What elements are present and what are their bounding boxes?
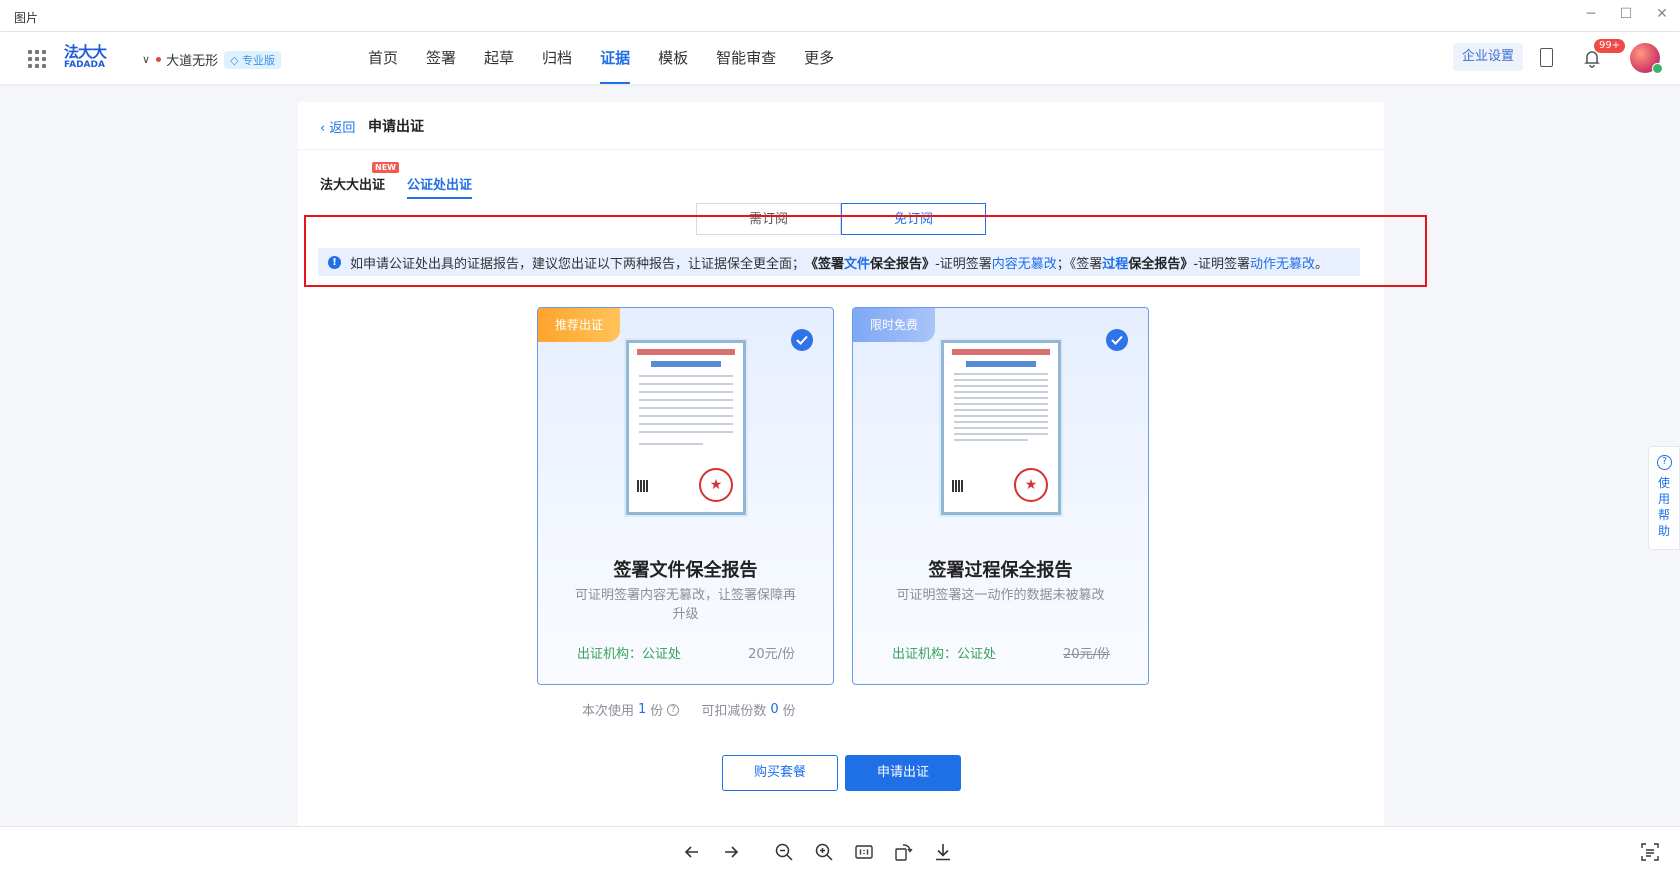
new-badge: NEW xyxy=(372,162,399,173)
check-icon[interactable] xyxy=(791,329,813,351)
card-description: 可证明签署内容无篡改，让签署保障再升级 xyxy=(574,588,796,622)
actual-size-icon[interactable] xyxy=(854,842,874,862)
edition-badge: ◇ 专业版 xyxy=(224,50,282,69)
window-titlebar: 图片 ─ ☐ ✕ xyxy=(0,0,1680,32)
minimize-icon[interactable]: ─ xyxy=(1577,3,1605,25)
usage-count: 1 xyxy=(638,702,647,717)
panel-header: ‹ 返回 申请出证 xyxy=(298,102,1384,150)
card-price-strikethrough: 20元/份 xyxy=(1063,647,1110,662)
close-icon[interactable]: ✕ xyxy=(1648,3,1676,25)
window-title: 图片 xyxy=(14,11,39,25)
rotate-icon[interactable] xyxy=(893,842,913,862)
report-card-process[interactable]: 限时免费 ★ 签署过程保全报告 可证明签署这一动作的数据未被篡改 出证机构：公证… xyxy=(852,307,1149,685)
highlight-annotation-box xyxy=(304,215,1427,287)
fadada-logo[interactable]: 法大大 FADADA xyxy=(64,44,112,74)
certificate-thumbnail: ★ xyxy=(626,340,746,515)
main-panel: ‹ 返回 申请出证 法大大出证 NEW 公证处出证 需订阅 免订阅 ! 如申请公… xyxy=(298,102,1384,826)
nav-more[interactable]: 更多 xyxy=(790,32,848,84)
nav-template[interactable]: 模板 xyxy=(644,32,702,84)
help-sidebar-button[interactable]: ? 使用帮助 xyxy=(1648,446,1680,550)
card-ribbon: 限时免费 xyxy=(853,308,935,342)
org-name: 大道无形 xyxy=(166,54,219,69)
issuer-tabs: 法大大出证 NEW 公证处出证 xyxy=(320,162,494,199)
seal-icon: ★ xyxy=(699,468,733,502)
notification-badge: 99+ xyxy=(1594,39,1626,53)
mobile-icon[interactable] xyxy=(1540,48,1553,67)
back-link[interactable]: ‹ 返回 xyxy=(320,117,355,136)
buy-package-button[interactable]: 购买套餐 xyxy=(722,755,838,791)
chevron-down-icon: ∨ xyxy=(142,53,151,66)
help-question-icon[interactable]: ? xyxy=(667,703,680,716)
seal-icon: ★ xyxy=(1014,468,1048,502)
certificate-thumbnail: ★ xyxy=(941,340,1061,515)
apply-evidence-button[interactable]: 申请出证 xyxy=(845,755,961,791)
text-recognition-icon[interactable] xyxy=(1640,842,1660,862)
nav-archive[interactable]: 归档 xyxy=(528,32,586,84)
image-viewer-toolbar xyxy=(0,826,1680,874)
nav-sign[interactable]: 签署 xyxy=(412,32,470,84)
maximize-icon[interactable]: ☐ xyxy=(1612,3,1640,25)
tab-notary-evidence[interactable]: 公证处出证 xyxy=(407,174,473,199)
card-ribbon: 推荐出证 xyxy=(538,308,620,342)
nav-draft[interactable]: 起草 xyxy=(470,32,528,84)
main-nav: 首页 签署 起草 归档 证据 模板 智能审查 更多 xyxy=(354,32,848,84)
card-issuer: 出证机构：公证处 xyxy=(577,647,682,662)
zoom-out-icon[interactable] xyxy=(774,842,794,862)
zoom-in-icon[interactable] xyxy=(814,842,834,862)
report-card-document[interactable]: 推荐出证 ★ 签署文件保全报告 可证明签署内容无篡改，让签署保障再升级 出证机构… xyxy=(537,307,834,685)
org-status-dot xyxy=(156,57,162,62)
card-title: 签署过程保全报告 xyxy=(928,560,1073,581)
nav-home[interactable]: 首页 xyxy=(354,32,412,84)
usage-summary: 本次使用 1 份 ? 可扣减份数 0 份 xyxy=(582,702,796,719)
check-icon[interactable] xyxy=(1106,329,1128,351)
verified-icon xyxy=(1652,63,1663,74)
tab-fadada-evidence[interactable]: 法大大出证 NEW xyxy=(320,162,399,199)
question-icon: ? xyxy=(1657,455,1672,470)
page-title: 申请出证 xyxy=(368,119,424,135)
card-price: 20元/份 xyxy=(748,647,795,662)
nav-smart-review[interactable]: 智能审查 xyxy=(702,32,790,84)
app-header: 法大大 FADADA ∨ 大道无形 ◇ 专业版 首页 签署 起草 归档 证据 模… xyxy=(0,32,1680,84)
nav-evidence[interactable]: 证据 xyxy=(586,32,644,84)
app-window: 图片 ─ ☐ ✕ 法大大 FADADA ∨ 大道无形 ◇ 专业版 首页 签署 起… xyxy=(0,0,1680,874)
apps-grid-icon[interactable] xyxy=(28,50,46,68)
card-title: 签署文件保全报告 xyxy=(613,560,758,581)
deductible-count: 0 xyxy=(770,702,779,717)
download-icon[interactable] xyxy=(933,842,953,862)
card-issuer: 出证机构：公证处 xyxy=(892,647,997,662)
arrow-right-icon[interactable] xyxy=(721,842,741,862)
arrow-left-icon[interactable] xyxy=(682,842,702,862)
enterprise-settings-button[interactable]: 企业设置 xyxy=(1453,43,1523,71)
org-switcher[interactable]: ∨ 大道无形 ◇ 专业版 xyxy=(142,50,282,69)
card-description: 可证明签署这一动作的数据未被篡改 xyxy=(896,588,1105,603)
